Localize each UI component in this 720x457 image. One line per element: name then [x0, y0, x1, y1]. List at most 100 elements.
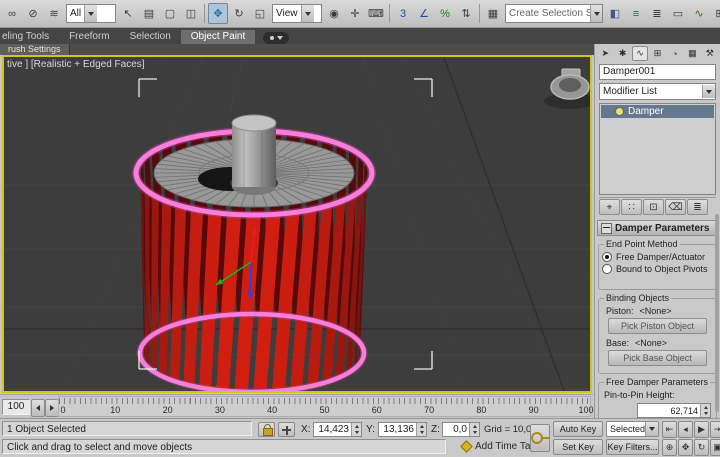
edit-named-selection-sets-icon[interactable]: ▦: [483, 3, 503, 24]
modifier-list-dropdown[interactable]: Modifier List: [599, 83, 716, 100]
spinner-snap-icon[interactable]: ⇅: [456, 3, 476, 24]
piston-label: Piston:: [606, 306, 634, 316]
named-selection-set-value: Create Selection Se: [506, 8, 590, 19]
viewport-3d-scene[interactable]: [4, 57, 590, 391]
previous-frame-icon[interactable]: ◂: [678, 421, 693, 438]
percent-snap-icon[interactable]: %: [435, 3, 455, 24]
track-bar[interactable]: 100 0102030405060708090100: [0, 394, 593, 419]
chevron-down-icon: [84, 5, 97, 22]
keyboard-override-icon[interactable]: ⌨: [366, 3, 386, 24]
play-icon[interactable]: ▶: [694, 421, 709, 438]
set-keys-button[interactable]: [530, 424, 550, 452]
schematic-view-icon[interactable]: ⊞: [710, 3, 720, 24]
unlink-selection-icon[interactable]: ⊘: [23, 3, 43, 24]
damper-object[interactable]: [136, 115, 372, 391]
panel-pointer-icon[interactable]: ➤: [597, 46, 613, 61]
group-title: Binding Objects: [604, 293, 671, 303]
ribbon-tab-selection[interactable]: Selection: [120, 30, 181, 44]
make-unique-icon[interactable]: ⊡: [643, 199, 664, 215]
ribbon-minimize-button[interactable]: [263, 32, 289, 44]
select-and-rotate-icon[interactable]: ↻: [229, 3, 249, 24]
utilities-tab[interactable]: ⚒: [702, 46, 718, 61]
maximize-viewport-icon[interactable]: ▣: [710, 439, 720, 456]
select-by-name-icon[interactable]: ▤: [139, 3, 159, 24]
remove-modifier-icon[interactable]: ⌫: [665, 199, 686, 215]
absolute-offset-toggle-icon[interactable]: [278, 422, 295, 437]
spinner-arrows[interactable]: [700, 404, 710, 417]
add-time-tag[interactable]: Add Time Tag: [462, 441, 536, 452]
toolbar-separator: [479, 4, 480, 23]
next-key-button[interactable]: [45, 399, 59, 417]
x-coordinate-field[interactable]: 14,423: [313, 422, 362, 437]
pick-piston-object-button[interactable]: Pick Piston Object: [608, 318, 707, 334]
key-filters-button[interactable]: Key Filters...: [606, 439, 659, 455]
select-object-icon[interactable]: ↖: [118, 3, 138, 24]
spinner-arrows[interactable]: [351, 423, 361, 436]
chevron-down-icon: [702, 85, 715, 98]
viewport-label[interactable]: tive ] [Realistic + Edged Faces]: [7, 59, 145, 70]
selection-lock-icon[interactable]: [258, 422, 275, 437]
zoom-icon[interactable]: ⊕: [662, 439, 677, 456]
perspective-viewport[interactable]: tive ] [Realistic + Edged Faces]: [2, 55, 592, 393]
pin-to-pin-height-label: Pin-to-Pin Height:: [604, 390, 675, 400]
ribbon-toggle-icon[interactable]: ▭: [668, 3, 688, 24]
ribbon-tab-freeform[interactable]: Freeform: [59, 30, 120, 44]
damper-parameters-rollout-header[interactable]: Damper Parameters: [597, 220, 718, 236]
angle-snap-icon[interactable]: ∠: [414, 3, 434, 24]
radio-option-1[interactable]: Bound to Object Pivots: [602, 263, 713, 275]
configure-modifier-sets-icon[interactable]: ≣: [687, 199, 708, 215]
display-tab[interactable]: ▦: [684, 46, 700, 61]
modifier-enable-icon[interactable]: [615, 107, 624, 116]
rectangular-selection-region-icon[interactable]: ▢: [160, 3, 180, 24]
window-crossing-icon[interactable]: ◫: [181, 3, 201, 24]
modifier-stack-item[interactable]: Damper: [601, 105, 714, 118]
select-and-link-icon[interactable]: ∞: [2, 3, 22, 24]
key-mode-dropdown[interactable]: Selected: [606, 421, 659, 437]
z-coordinate-field[interactable]: 0,0: [442, 422, 480, 437]
modify-tab[interactable]: ∿: [632, 46, 648, 61]
pan-icon[interactable]: ✥: [678, 439, 693, 456]
brush-settings-panel-tab[interactable]: rush Settings: [0, 44, 70, 55]
selection-filter-dropdown[interactable]: All: [66, 4, 116, 23]
pin-stack-icon[interactable]: ⌖: [599, 199, 620, 215]
set-key-button[interactable]: Set Key: [553, 439, 603, 455]
named-selection-set-combo[interactable]: Create Selection Se: [505, 4, 603, 23]
spinner-arrows[interactable]: [469, 423, 479, 436]
bind-to-spacewarp-icon[interactable]: ≋: [44, 3, 64, 24]
create-tab[interactable]: ✱: [614, 46, 630, 61]
mirror-icon[interactable]: ◧: [605, 3, 625, 24]
current-frame-field[interactable]: 100: [2, 399, 30, 415]
modifier-stack[interactable]: Damper: [599, 103, 716, 195]
previous-key-button[interactable]: [31, 399, 45, 417]
pin-to-pin-height-field[interactable]: 62,714: [637, 403, 711, 418]
hierarchy-tab[interactable]: ⊞: [649, 46, 665, 61]
radio-option-0[interactable]: Free Damper/Actuator: [602, 251, 713, 263]
use-pivot-center-icon[interactable]: ◉: [324, 3, 344, 24]
base-label: Base:: [606, 338, 629, 348]
panel-scrollbar[interactable]: [715, 214, 719, 412]
select-and-manipulate-icon[interactable]: ✛: [345, 3, 365, 24]
motion-tab[interactable]: ◔: [667, 46, 683, 61]
ribbon-tab-object-paint[interactable]: Object Paint: [181, 30, 255, 44]
curve-editor-icon[interactable]: ∿: [689, 3, 709, 24]
ribbon-tab-eling-tools[interactable]: eling Tools: [0, 30, 59, 44]
timeline-ruler[interactable]: 0102030405060708090100: [58, 396, 591, 417]
spinner-arrows[interactable]: [416, 423, 426, 436]
select-and-scale-icon[interactable]: ◱: [250, 3, 270, 24]
go-to-start-icon[interactable]: ⇤: [662, 421, 677, 438]
auto-key-button[interactable]: Auto Key: [553, 421, 603, 437]
pick-base-object-button[interactable]: Pick Base Object: [608, 350, 707, 366]
view-navigation-widget[interactable]: [544, 69, 590, 109]
x-label: X:: [301, 424, 310, 435]
layer-manager-icon[interactable]: ≣: [647, 3, 667, 24]
transport-controls: ⇤◂▶⇥: [662, 421, 720, 438]
align-icon[interactable]: ≡: [626, 3, 646, 24]
y-coordinate-field[interactable]: 13,136: [378, 422, 427, 437]
orbit-icon[interactable]: ↻: [694, 439, 709, 456]
snaps-toggle-icon[interactable]: 3: [393, 3, 413, 24]
show-end-result-icon[interactable]: ∷: [621, 199, 642, 215]
select-and-move-icon[interactable]: ✥: [208, 3, 228, 24]
go-to-end-icon[interactable]: ⇥: [710, 421, 720, 438]
object-name-field[interactable]: Damper001: [599, 64, 716, 80]
reference-coordinate-dropdown[interactable]: View: [272, 4, 322, 23]
